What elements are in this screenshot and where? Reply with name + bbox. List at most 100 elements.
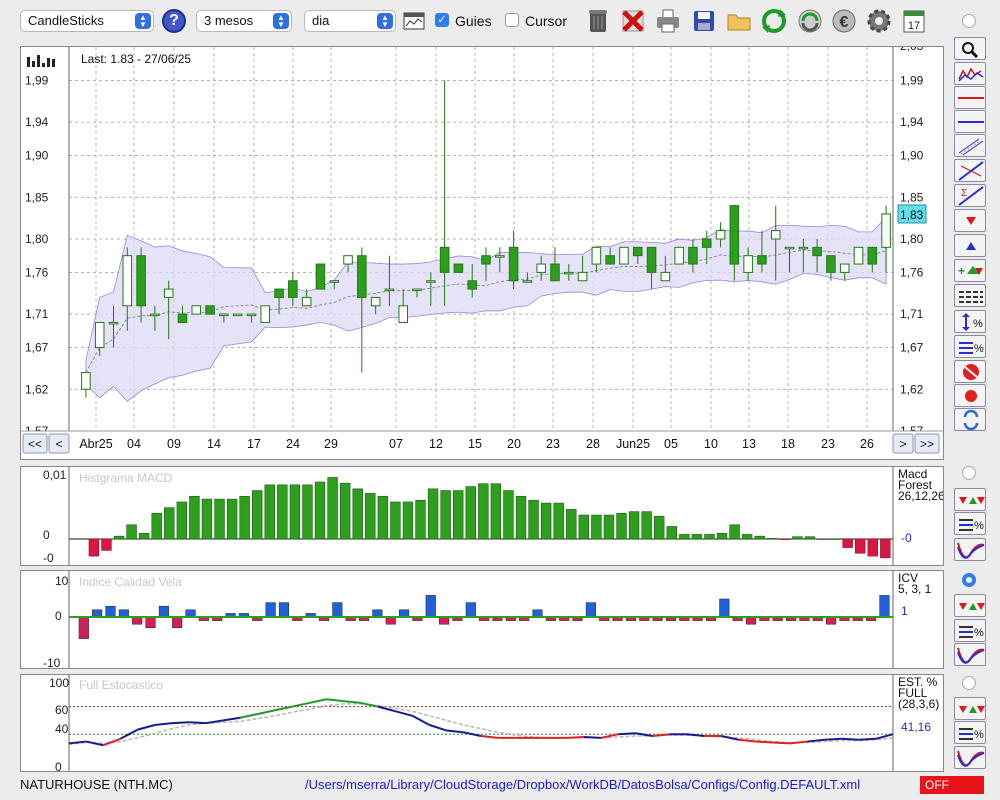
cycle-icon[interactable] <box>796 7 824 35</box>
nav-label: << <box>28 437 42 451</box>
macd-bar <box>591 514 602 540</box>
up-arrow-button[interactable] <box>954 234 986 257</box>
save-icon[interactable] <box>690 7 718 35</box>
fibo-icon: Σ <box>958 186 984 206</box>
trendline-button[interactable] <box>954 159 986 182</box>
y-tick-right: 1,90 <box>900 149 924 163</box>
candle <box>453 263 464 273</box>
main-radio[interactable] <box>962 14 976 28</box>
bars-icon[interactable] <box>27 55 55 67</box>
arrows-button[interactable] <box>954 594 986 617</box>
icv-bar <box>105 605 116 618</box>
indicator-label: (28,3,6) <box>898 697 939 711</box>
candle <box>136 255 146 307</box>
macd-bar <box>189 495 200 540</box>
config-path[interactable]: /Users/mserra/Library/CloudStorage/Dropb… <box>305 777 860 792</box>
chart-indicator-button[interactable] <box>954 62 986 85</box>
hline-red-button[interactable] <box>954 86 986 109</box>
macd-bar <box>214 498 225 540</box>
stochastic-line <box>411 714 430 726</box>
no-button[interactable] <box>954 360 986 383</box>
curve-button[interactable] <box>954 643 986 666</box>
indicator-radio[interactable] <box>962 573 976 587</box>
hline-blue-button[interactable] <box>954 110 986 133</box>
swap-button[interactable] <box>954 408 986 431</box>
scale-percent-button[interactable]: % <box>954 310 986 333</box>
add-marker-button[interactable]: + <box>954 259 986 282</box>
guides-checkbox[interactable]: ✓ <box>435 13 449 27</box>
printer-icon[interactable] <box>654 7 682 35</box>
macd-bar <box>779 538 791 540</box>
y-tick-left: 1,90 <box>25 149 49 163</box>
hline-red-icon <box>958 97 984 99</box>
percent-lines-icon: % <box>959 626 984 639</box>
percent-button[interactable]: % <box>954 335 986 358</box>
macd-chart[interactable]: 0,010-0Histgrama MACD MacdForest26,12,26-… <box>21 467 945 565</box>
gear-icon[interactable] <box>865 7 893 35</box>
nav-next-button[interactable]: > <box>892 433 914 454</box>
icv-bar <box>172 616 183 629</box>
y-tick-right: 1,99 <box>900 73 924 87</box>
candle <box>508 246 519 282</box>
channel-button[interactable] <box>954 134 986 157</box>
candle <box>246 313 257 317</box>
calendar-icon[interactable]: 17 <box>900 7 928 35</box>
candle <box>826 255 836 273</box>
icv-chart[interactable]: 100-10Indice Calidad Vela ICV5, 3, 11 <box>21 571 943 670</box>
macd-bar <box>226 498 238 540</box>
percent-lines-button[interactable]: % <box>954 512 986 535</box>
x-tick-label: 10 <box>704 437 718 451</box>
stochastic-line <box>137 724 156 731</box>
nav-prev-button[interactable]: < <box>48 433 70 454</box>
percent-lines-button[interactable]: % <box>954 619 986 642</box>
record-button[interactable] <box>954 384 986 407</box>
curve-button[interactable] <box>954 746 986 769</box>
candle <box>743 255 753 273</box>
arrows-button[interactable] <box>954 697 986 720</box>
price-chart[interactable]: 1,99 1,99 1,94 1,94 1,90 1,90 1,85 1,85 1,80 1,80… <box>21 39 943 459</box>
nav-last-button[interactable]: >> <box>914 433 940 454</box>
down-arrow-icon <box>966 217 976 225</box>
lines-button[interactable] <box>954 284 986 307</box>
delete-x-icon[interactable] <box>619 7 647 35</box>
arrows-button[interactable] <box>954 488 986 511</box>
folder-icon[interactable] <box>725 7 753 35</box>
stochastic-line <box>291 701 310 708</box>
percent-lines-button[interactable]: % <box>954 721 986 744</box>
help-button[interactable]: ? <box>162 9 186 33</box>
y-tick-left: 1,94 <box>25 115 49 129</box>
y-tick-left: 1,85 <box>25 190 49 204</box>
nav-label: >> <box>920 437 934 451</box>
x-tick-label: 07 <box>389 437 403 451</box>
indicator-radio[interactable] <box>962 676 976 690</box>
stochastic-line <box>171 721 190 725</box>
candle <box>439 246 450 273</box>
macd-bar <box>415 499 426 540</box>
candle <box>398 305 408 323</box>
refresh-icon[interactable] <box>760 7 788 35</box>
period-select[interactable]: 3 mesos ▲ ▼ <box>196 10 292 32</box>
chart-window-icon[interactable] <box>402 10 426 32</box>
curve-button[interactable] <box>954 538 986 561</box>
interval-select[interactable]: dia ▲ ▼ <box>304 10 396 32</box>
y-tick: 0,01 <box>43 468 67 482</box>
y-tick: 0 <box>55 609 62 623</box>
chart-type-select[interactable]: CandleSticks ▲ ▼ <box>20 10 154 32</box>
macd-bar <box>88 538 100 557</box>
candle <box>660 271 671 282</box>
euro-icon[interactable]: € <box>830 7 858 35</box>
status-badge[interactable]: OFF <box>920 776 984 794</box>
indicator-radio[interactable] <box>962 466 976 480</box>
candle <box>564 271 574 275</box>
stochastic-line <box>120 728 139 740</box>
x-tick-label: 20 <box>507 437 521 451</box>
stochastic-chart[interactable]: 10060400Full Estocastico EST. %FULL(28,3,… <box>21 675 943 774</box>
nav-first-button[interactable]: << <box>22 433 48 454</box>
cursor-checkbox[interactable] <box>505 13 519 27</box>
fibo-button[interactable]: Σ <box>954 184 986 207</box>
indicator-label: 5, 3, 1 <box>898 582 932 596</box>
down-arrow-button[interactable] <box>954 209 986 232</box>
trash-icon[interactable] <box>584 7 612 35</box>
zoom-button[interactable] <box>954 37 986 60</box>
candle <box>591 246 602 265</box>
